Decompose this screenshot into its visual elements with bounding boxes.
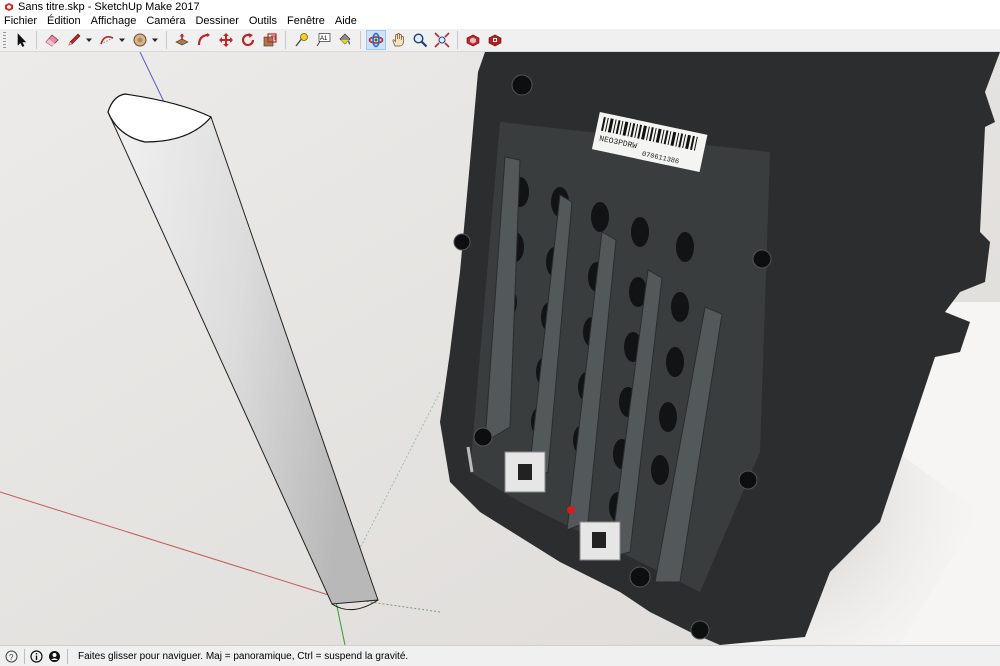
modeling-viewport[interactable]: NEO3PDRW 070611386 [0, 52, 1000, 645]
status-divider [24, 648, 25, 664]
rotate-tool-button[interactable] [238, 30, 258, 50]
hand-icon [392, 33, 404, 47]
menu-fenetre[interactable]: Fenêtre [282, 14, 330, 29]
menu-affichage[interactable]: Affichage [86, 14, 142, 29]
arc-icon [100, 36, 114, 45]
eraser-tool-button[interactable] [42, 30, 62, 50]
follow-me-tool-button[interactable] [194, 30, 214, 50]
arc-tool-dropdown[interactable] [118, 30, 126, 50]
toolbar-separator [457, 31, 458, 49]
toolbar-separator [360, 31, 361, 49]
toolbar: A1 [0, 29, 1000, 52]
status-bar: ? Faites glisser pour naviguer. Maj = pa… [0, 645, 1000, 666]
menu-bar: Fichier Édition Affichage Caméra Dessine… [0, 14, 1000, 29]
paint-bucket-icon [339, 33, 351, 45]
chevron-down-icon [119, 38, 125, 42]
menu-edition[interactable]: Édition [42, 14, 86, 29]
magnifier-icon [413, 33, 428, 48]
move-arrows-icon [219, 33, 233, 47]
toolbar-separator [36, 31, 37, 49]
pencil-icon [68, 33, 81, 46]
status-hint-text: Faites glisser pour naviguer. Maj = pano… [78, 650, 409, 662]
move-tool-button[interactable] [216, 30, 236, 50]
extension-warehouse-button[interactable] [485, 30, 505, 50]
tape-measure-icon [295, 33, 308, 47]
toolbar-separator [166, 31, 167, 49]
select-tool-button[interactable] [11, 30, 31, 50]
zoom-tool-button[interactable] [410, 30, 430, 50]
scale-tool-button[interactable] [260, 30, 280, 50]
3d-warehouse-button[interactable] [463, 30, 483, 50]
user-account-icon[interactable] [48, 650, 61, 663]
orbit-icon [368, 32, 384, 48]
chevron-down-icon [152, 38, 158, 42]
toolbar-grip[interactable] [3, 32, 6, 48]
3d-warehouse-icon [466, 34, 480, 47]
shape-tool-dropdown[interactable] [151, 30, 159, 50]
rotate-icon [241, 33, 255, 47]
connector-right-socket [592, 532, 606, 548]
line-tool-button[interactable] [64, 30, 84, 50]
arrow-cursor-icon [17, 33, 27, 47]
info-icon[interactable] [30, 649, 43, 663]
push-pull-tool-button[interactable] [172, 30, 192, 50]
tape-measure-tool-button[interactable] [291, 30, 311, 50]
text-tool-button[interactable]: A1 [313, 30, 333, 50]
title-bar: Sans titre.skp - SketchUp Make 2017 [0, 0, 1000, 14]
push-pull-icon [175, 33, 189, 46]
svg-text:?: ? [9, 653, 14, 662]
connector-left-socket [518, 464, 532, 480]
window-title: Sans titre.skp - SketchUp Make 2017 [18, 1, 200, 13]
paint-bucket-tool-button[interactable] [335, 30, 355, 50]
svg-text:A1: A1 [320, 36, 328, 42]
sketchup-logo-icon [5, 3, 13, 11]
menu-dessiner[interactable]: Dessiner [190, 14, 243, 29]
zoom-extents-icon [434, 32, 450, 48]
menu-camera[interactable]: Caméra [141, 14, 190, 29]
arc-tool-button[interactable] [97, 30, 117, 50]
text-label-icon: A1 [316, 33, 331, 47]
shape-tool-button[interactable] [130, 30, 150, 50]
extension-warehouse-icon [488, 34, 502, 47]
help-icon[interactable]: ? [5, 650, 18, 663]
status-divider [67, 648, 68, 664]
scale-icon [263, 33, 277, 47]
zoom-extents-tool-button[interactable] [432, 30, 452, 50]
toolbar-separator [285, 31, 286, 49]
follow-me-icon [197, 33, 210, 46]
pan-tool-button[interactable] [388, 30, 408, 50]
line-tool-dropdown[interactable] [85, 30, 93, 50]
red-led [567, 506, 575, 514]
scene: NEO3PDRW 070611386 [0, 52, 1000, 645]
menu-fichier[interactable]: Fichier [0, 14, 42, 29]
orbit-tool-button[interactable] [366, 30, 386, 50]
chevron-down-icon [86, 38, 92, 42]
eraser-icon [45, 34, 59, 47]
menu-aide[interactable]: Aide [330, 14, 362, 29]
menu-outils[interactable]: Outils [244, 14, 282, 29]
circle-icon [133, 33, 147, 47]
